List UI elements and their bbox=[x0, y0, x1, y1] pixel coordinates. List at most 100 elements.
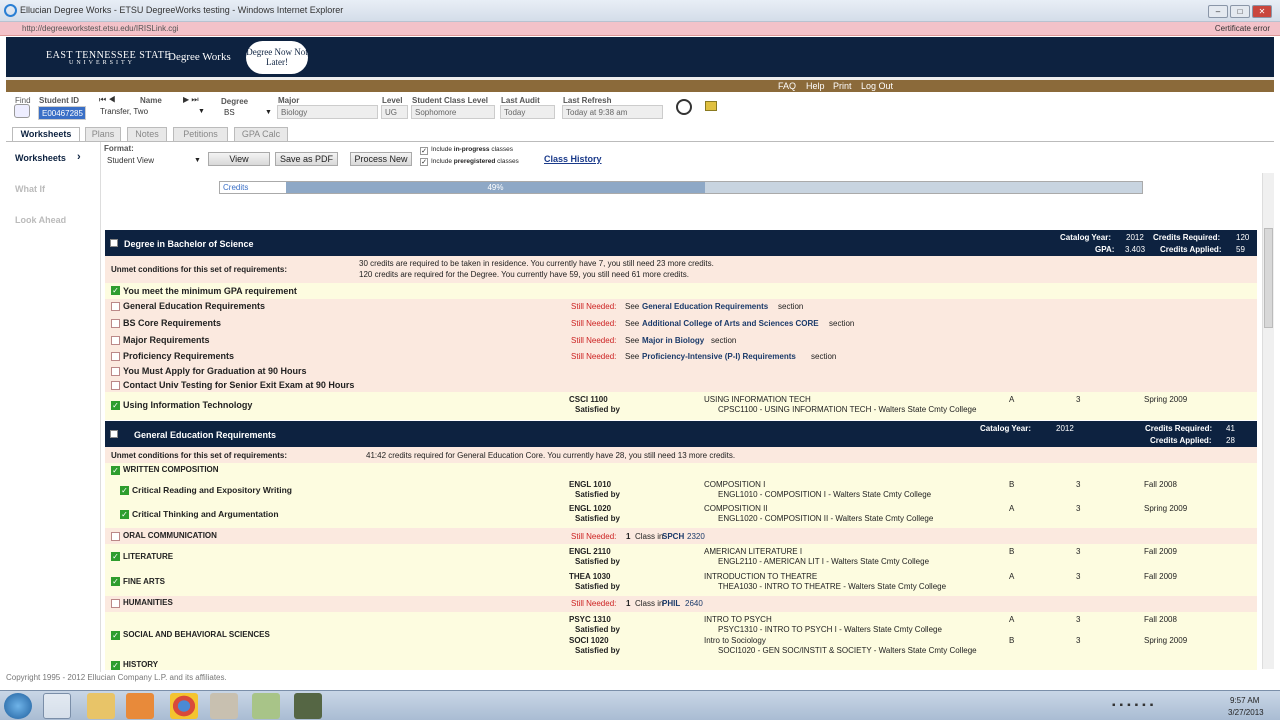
taskbar-java-icon[interactable] bbox=[210, 693, 238, 719]
course-detail: ENGL2110 - AMERICAN LIT I - Walters Stat… bbox=[718, 557, 930, 566]
taskbar-app-icon[interactable] bbox=[252, 693, 280, 719]
nav-last-icon[interactable]: ▶ ⏭ bbox=[183, 95, 199, 105]
save-pdf-button[interactable]: Save as PDF bbox=[275, 152, 338, 166]
requirement-name: ORAL COMMUNICATION bbox=[123, 531, 217, 540]
minimize-button[interactable]: ‒ bbox=[1208, 5, 1228, 18]
level-label: Level bbox=[382, 96, 403, 105]
requirement-link[interactable]: Additional College of Arts and Sciences … bbox=[642, 319, 819, 328]
refresh-icon[interactable] bbox=[676, 99, 692, 115]
see-label: See bbox=[625, 352, 640, 361]
requirement-name: FINE ARTS bbox=[123, 577, 165, 586]
course-code[interactable]: SOCI 1020 bbox=[569, 636, 609, 645]
checkmark-icon: ✓ bbox=[111, 401, 120, 410]
print-link[interactable]: Print bbox=[833, 81, 852, 91]
course-code[interactable]: ENGL 1020 bbox=[569, 504, 611, 513]
checkmark-icon: ✓ bbox=[111, 631, 120, 640]
scrollbar-thumb[interactable] bbox=[1264, 228, 1273, 328]
sidebar-item-worksheets[interactable]: Worksheets bbox=[15, 153, 66, 163]
view-button[interactable]: View bbox=[208, 152, 270, 166]
still-needed-label: Still Needed: bbox=[571, 302, 617, 311]
satisfied-by-label: Satisfied by bbox=[575, 557, 620, 566]
course-code[interactable]: ENGL 2110 bbox=[569, 547, 611, 556]
notepad-icon[interactable] bbox=[705, 101, 717, 111]
certificate-error[interactable]: Certificate error bbox=[1215, 24, 1270, 33]
name-select[interactable]: Transfer, Two bbox=[97, 105, 207, 119]
content-scrollbar[interactable] bbox=[1262, 173, 1274, 669]
checkmark-icon: ✓ bbox=[111, 286, 120, 295]
logout-link[interactable]: Log Out bbox=[861, 81, 893, 91]
unmet-label: Unmet conditions for this set of require… bbox=[111, 265, 288, 274]
course-number[interactable]: 2320 bbox=[687, 532, 705, 541]
course-term: Fall 2009 bbox=[1144, 547, 1177, 556]
collapse-icon[interactable] bbox=[110, 430, 118, 438]
sidebar-item-lookahead[interactable]: Look Ahead bbox=[15, 215, 66, 225]
prereg-checkbox[interactable]: ✓ bbox=[420, 158, 428, 166]
chevron-down-icon[interactable]: ▼ bbox=[198, 108, 205, 115]
sidebar-item-whatif[interactable]: What If bbox=[15, 184, 45, 194]
credits-applied-value: 28 bbox=[1226, 436, 1235, 445]
collapse-icon[interactable] bbox=[110, 239, 118, 247]
class-in-label: Class in bbox=[635, 532, 664, 541]
start-button[interactable] bbox=[4, 693, 32, 719]
course-link[interactable]: PHIL bbox=[662, 599, 680, 608]
course-detail: THEA1030 - INTRO TO THEATRE - Walters St… bbox=[718, 582, 947, 591]
class-in-label: Class in bbox=[635, 599, 664, 608]
tab-notes[interactable]: Notes bbox=[127, 127, 167, 141]
course-term: Spring 2009 bbox=[1144, 504, 1188, 513]
format-select[interactable]: Student View bbox=[104, 154, 202, 168]
gpa-value: 3.403 bbox=[1125, 245, 1146, 254]
course-code[interactable]: ENGL 1010 bbox=[569, 480, 611, 489]
clock-time[interactable]: 9:57 AM bbox=[1230, 696, 1259, 705]
tab-petitions[interactable]: Petitions bbox=[173, 127, 228, 141]
faq-link[interactable]: FAQ bbox=[778, 81, 796, 91]
tab-plans[interactable]: Plans bbox=[85, 127, 121, 141]
taskbar-app2-icon[interactable] bbox=[294, 693, 322, 719]
progress-fill: 49% bbox=[286, 182, 705, 193]
requirement-link[interactable]: General Education Requirements bbox=[642, 302, 768, 311]
inprogress-checkbox[interactable]: ✓ bbox=[420, 147, 428, 155]
still-needed-label: Still Needed: bbox=[571, 599, 617, 608]
clock-date[interactable]: 3/27/2013 bbox=[1228, 708, 1264, 717]
taskbar-media-icon[interactable] bbox=[126, 693, 154, 719]
process-new-button[interactable]: Process New bbox=[350, 152, 412, 166]
course-number[interactable]: 2640 bbox=[685, 599, 703, 608]
sidebar-divider bbox=[100, 142, 101, 672]
taskbar-chrome-icon[interactable] bbox=[170, 693, 198, 719]
satisfied-by-label: Satisfied by bbox=[575, 646, 620, 655]
requirement-link[interactable]: Proficiency-Intensive (P-I) Requirements bbox=[642, 352, 796, 361]
tab-gpa-calc[interactable]: GPA Calc bbox=[234, 127, 288, 141]
course-code[interactable]: CSCI 1100 bbox=[569, 395, 608, 404]
help-link[interactable]: Help bbox=[806, 81, 825, 91]
requirement-name: Critical Reading and Expository Writing bbox=[132, 485, 292, 495]
nav-first-icon[interactable]: ⏮ ◀ bbox=[99, 95, 116, 105]
requirement-link[interactable]: Major in Biology bbox=[642, 336, 704, 345]
app-name: Degree Works bbox=[168, 51, 231, 63]
course-link[interactable]: SPCH bbox=[662, 532, 684, 541]
taskbar-explorer-icon[interactable] bbox=[87, 693, 115, 719]
student-id-field[interactable]: E00467285 bbox=[38, 106, 86, 120]
still-needed-label: Still Needed: bbox=[571, 319, 617, 328]
tab-worksheets[interactable]: Worksheets bbox=[12, 127, 80, 141]
credits-required-label: Credits Required: bbox=[1145, 424, 1213, 433]
tray-icons[interactable]: ▪▪▪▪▪▪ bbox=[1112, 700, 1157, 711]
requirement-name: HISTORY bbox=[123, 660, 159, 669]
maximize-button[interactable]: □ bbox=[1230, 5, 1250, 18]
url-text[interactable]: http://degreeworkstest.etsu.edu/IRISLink… bbox=[22, 24, 179, 33]
window-titlebar: Ellucian Degree Works - ETSU DegreeWorks… bbox=[0, 0, 1280, 22]
degree-label: Degree bbox=[221, 97, 249, 106]
course-code[interactable]: THEA 1030 bbox=[569, 572, 611, 581]
find-icon[interactable] bbox=[14, 104, 30, 118]
requirement-name: You Must Apply for Graduation at 90 Hour… bbox=[123, 366, 307, 376]
catalog-label: Catalog Year: bbox=[1060, 233, 1111, 242]
course-term: Fall 2008 bbox=[1144, 615, 1177, 624]
close-button[interactable]: ✕ bbox=[1252, 5, 1272, 18]
requirement-name: HUMANITIES bbox=[123, 598, 173, 607]
address-bar[interactable]: http://degreeworkstest.etsu.edu/IRISLink… bbox=[0, 22, 1280, 36]
chevron-down-icon[interactable]: ▼ bbox=[265, 109, 272, 116]
satisfied-by-label: Satisfied by bbox=[575, 514, 620, 523]
requirement-name: Proficiency Requirements bbox=[123, 351, 235, 361]
class-history-link[interactable]: Class History bbox=[544, 154, 602, 164]
chevron-down-icon[interactable]: ▼ bbox=[194, 157, 201, 164]
course-code[interactable]: PSYC 1310 bbox=[569, 615, 611, 624]
taskbar-ie-icon[interactable] bbox=[43, 693, 71, 719]
